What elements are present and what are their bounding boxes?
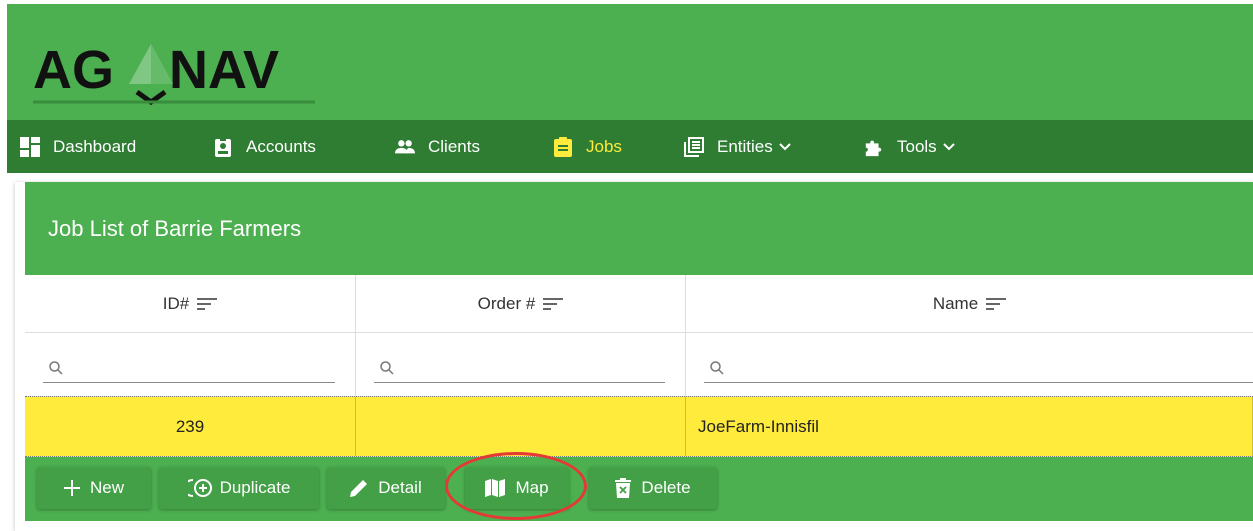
pencil-icon <box>350 479 368 497</box>
people-icon <box>395 137 415 157</box>
cell-order <box>356 397 685 456</box>
name-filter-input[interactable] <box>730 353 1253 382</box>
table-header-row: ID# Order # Name <box>25 275 1253 333</box>
plus-icon <box>63 480 80 496</box>
sort-icon[interactable] <box>986 297 1007 311</box>
chevron-down-icon <box>942 142 955 151</box>
id-filter <box>43 353 335 383</box>
nav-item-accounts[interactable]: Accounts <box>213 120 316 173</box>
column-header-id[interactable]: ID# <box>25 275 356 332</box>
order-filter-input[interactable] <box>400 353 665 382</box>
column-header-name[interactable]: Name <box>686 275 1253 332</box>
list-icon <box>684 136 704 157</box>
search-icon <box>380 360 394 375</box>
detail-button[interactable]: Detail <box>327 467 445 509</box>
app-header: AG NAV <box>7 4 1253 120</box>
trash-icon <box>615 478 632 498</box>
card-header: Job List of Barrie Farmers <box>25 182 1253 275</box>
nav-label-clients: Clients <box>428 136 480 156</box>
detail-button-label: Detail <box>378 478 422 497</box>
delete-button-label: Delete <box>641 478 691 497</box>
svg-text:NAV: NAV <box>169 40 279 100</box>
nav-item-dashboard[interactable]: Dashboard <box>20 120 136 173</box>
map-icon <box>485 478 506 498</box>
duplicate-button[interactable]: Duplicate <box>159 467 319 509</box>
main-nav: Dashboard Accounts Clients Jobs Entities… <box>7 120 1253 173</box>
puzzle-icon <box>864 137 884 157</box>
nav-label-jobs: Jobs <box>586 136 622 156</box>
column-header-order[interactable]: Order # <box>356 275 686 332</box>
order-filter <box>374 353 665 383</box>
svg-text:AG: AG <box>33 40 114 100</box>
clipboard-icon <box>553 136 573 157</box>
chevron-down-icon <box>779 142 791 151</box>
account-badge-icon <box>213 136 233 157</box>
table-row[interactable]: 239 JoeFarm-Innisfil <box>25 396 1253 457</box>
dashboard-icon <box>20 136 40 157</box>
aganav-logo[interactable]: AG NAV <box>33 40 333 114</box>
nav-item-clients[interactable]: Clients <box>395 120 480 173</box>
new-button-label: New <box>89 478 124 497</box>
column-header-label: Order # <box>477 293 536 313</box>
nav-label-entities: Entities <box>717 136 773 156</box>
sort-icon[interactable] <box>543 297 564 311</box>
sort-icon[interactable] <box>197 297 218 311</box>
duplicate-button-label: Duplicate <box>219 478 291 497</box>
job-list-card: Job List of Barrie Farmers ID# Order # N… <box>15 182 1253 531</box>
duplicate-icon <box>187 478 214 498</box>
nav-item-tools[interactable]: Tools <box>864 120 955 173</box>
search-icon <box>710 360 724 375</box>
nav-item-jobs[interactable]: Jobs <box>553 120 622 173</box>
name-filter <box>704 353 1253 383</box>
new-button[interactable]: New <box>37 467 151 509</box>
nav-label-tools: Tools <box>897 136 937 156</box>
column-header-label: Name <box>932 293 979 313</box>
nav-label-dashboard: Dashboard <box>53 136 137 156</box>
nav-label-accounts: Accounts <box>246 136 316 156</box>
id-filter-input[interactable] <box>69 353 335 382</box>
cell-id: 239 <box>175 416 205 436</box>
column-header-label: ID# <box>162 293 190 313</box>
delete-button[interactable]: Delete <box>589 467 717 509</box>
cell-name: JoeFarm-Innisfil <box>698 416 819 436</box>
map-button[interactable]: Map <box>465 467 569 509</box>
filter-row <box>25 333 1253 396</box>
search-icon <box>49 360 63 375</box>
nav-item-entities[interactable]: Entities <box>684 120 791 173</box>
map-button-label: Map <box>515 478 549 497</box>
action-toolbar: New Duplicate Detail Map Delete <box>25 457 1253 521</box>
page-title: Job List of Barrie Farmers <box>48 216 302 241</box>
